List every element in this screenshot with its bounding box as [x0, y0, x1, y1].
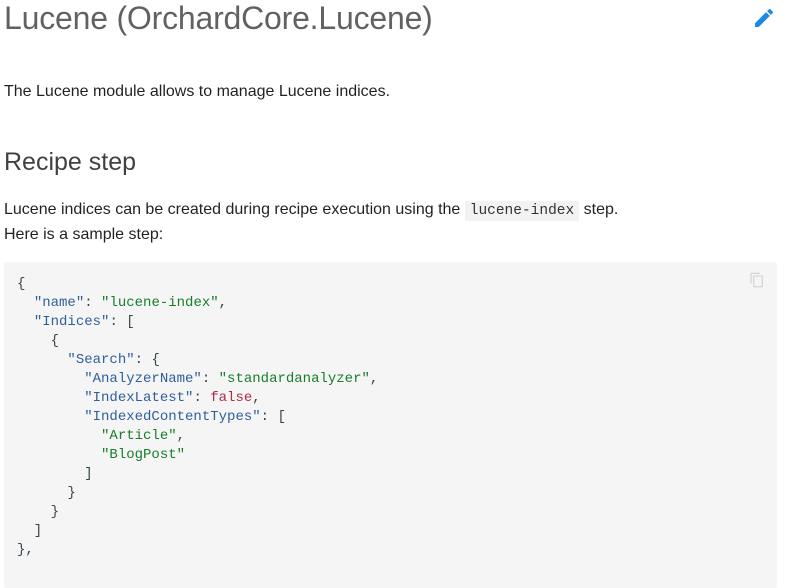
code-key: "IndexedContentTypes": [84, 409, 261, 425]
copy-icon: [750, 272, 763, 288]
code-punctuation: : [: [109, 314, 135, 330]
code-punctuation: ,: [252, 390, 261, 406]
code-punctuation: ]: [17, 466, 93, 482]
code-punctuation: {: [17, 276, 26, 292]
recipe-sample-text: Here is a sample step:: [4, 226, 164, 243]
page-title: Lucene (OrchardCore.Lucene): [4, 0, 433, 36]
code-punctuation: ]: [17, 523, 43, 539]
code-string: "BlogPost": [101, 447, 186, 463]
code-punctuation: [17, 447, 101, 463]
code-punctuation: : {: [134, 352, 160, 368]
copy-button[interactable]: [749, 272, 765, 288]
code-line: "AnalyzerName": "standardanalyzer",: [17, 371, 378, 387]
code-punctuation: [17, 314, 34, 330]
code-punctuation: [17, 409, 84, 425]
section-heading-recipe-step: Recipe step: [4, 148, 137, 176]
code-punctuation: :: [84, 295, 102, 311]
code-key: "AnalyzerName": [84, 371, 202, 387]
code-punctuation: : [: [260, 409, 286, 425]
recipe-paragraph: Lucene indices can be created during rec…: [4, 198, 618, 247]
code-line: "Article",: [17, 428, 185, 444]
code-punctuation: {: [17, 333, 60, 349]
code-block: { "name": "lucene-index", "Indices": [ {…: [4, 262, 777, 588]
code-line: ]: [17, 466, 93, 482]
code-punctuation: ,: [369, 371, 379, 387]
code-punctuation: [17, 428, 101, 444]
pencil-icon: [755, 8, 774, 27]
code-line: "IndexedContentTypes": [: [17, 409, 286, 425]
code-line: ]: [17, 523, 42, 539]
code-line: },: [17, 542, 34, 558]
code-line: {: [17, 333, 59, 349]
code-line: "Search": {: [17, 352, 160, 368]
edit-page-button[interactable]: [752, 6, 776, 30]
code-string: "Article": [101, 428, 177, 444]
recipe-text-after: step.: [579, 201, 619, 218]
code-punctuation: :: [193, 390, 211, 406]
code-line: }: [17, 485, 76, 501]
code-punctuation: [17, 390, 84, 406]
code-key: "name": [33, 295, 85, 311]
code-punctuation: ,: [218, 295, 228, 311]
code-boolean: false: [210, 390, 253, 406]
code-punctuation: }: [17, 485, 76, 501]
code-string: "standardanalyzer": [218, 371, 370, 387]
code-punctuation: },: [17, 542, 34, 558]
code-string: "lucene-index": [101, 295, 219, 311]
code-punctuation: [17, 371, 84, 387]
code-line: "name": "lucene-index",: [17, 295, 227, 311]
code-key: "IndexLatest": [84, 390, 194, 406]
recipe-text-before: Lucene indices can be created during rec…: [4, 201, 465, 218]
code-key: "Search": [67, 352, 135, 368]
intro-paragraph: The Lucene module allows to manage Lucen…: [4, 83, 391, 100]
code-punctuation: }: [17, 504, 60, 520]
code-line: }: [17, 504, 59, 520]
code-line: "IndexLatest": false,: [17, 390, 261, 406]
inline-code-lucene-index: lucene-index: [464, 201, 580, 221]
code-punctuation: ,: [176, 428, 186, 444]
code-line: "Indices": [: [17, 314, 135, 330]
code-punctuation: [17, 352, 67, 368]
code-line: "BlogPost": [17, 447, 185, 463]
code-content: { "name": "lucene-index", "Indices": [ {…: [17, 275, 378, 560]
code-punctuation: [17, 295, 34, 311]
code-line: {: [17, 276, 25, 292]
code-punctuation: :: [201, 371, 219, 387]
code-key: "Indices": [33, 314, 110, 330]
